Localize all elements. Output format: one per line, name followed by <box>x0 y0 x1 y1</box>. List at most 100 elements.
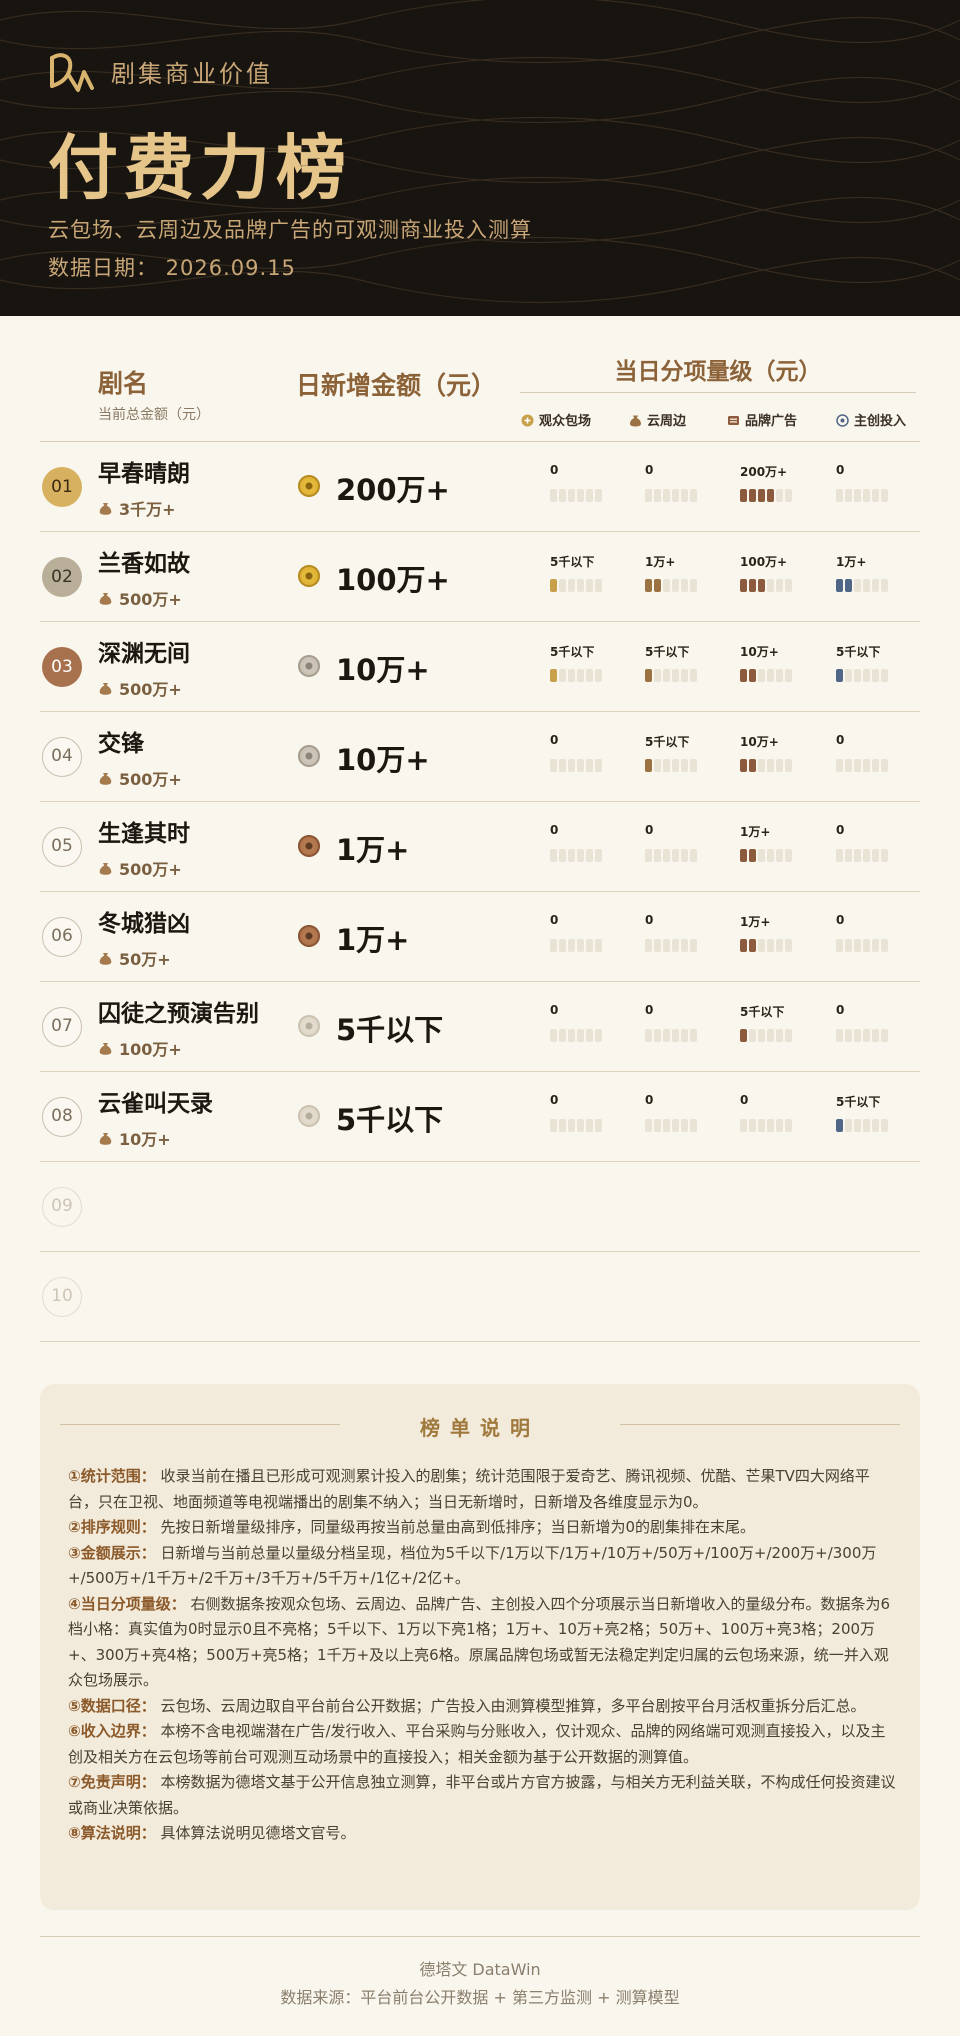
level-segment <box>577 579 584 592</box>
legend-brand-ads-label: 品牌广告 <box>745 414 798 429</box>
breakdown-brand-ads: 100万+ <box>740 553 792 592</box>
level-segment <box>740 1029 747 1042</box>
total-amount-value: 50万+ <box>119 950 171 969</box>
level-segment <box>785 1119 792 1132</box>
level-segment <box>690 939 697 952</box>
rank-badge: 07 <box>42 1007 82 1047</box>
drama-title[interactable]: 兰香如故 <box>98 544 190 578</box>
footer-source: 数据来源：平台前台公开数据 + 第三方监测 + 测算模型 <box>280 1988 680 2007</box>
table-row[interactable]: 02 兰香如故 500万+ 100万+ 5千以下 1万+ 100万+ 1万+ <box>40 532 920 622</box>
level-bar <box>550 939 602 952</box>
level-bar <box>740 1119 792 1132</box>
level-segment <box>568 849 575 862</box>
level-segment <box>645 939 652 952</box>
note-text: 云包场、云周边取自平台前台公开数据；广告投入由测算模型推算，多平台剧按平台月活权… <box>155 1696 866 1715</box>
level-segment <box>559 939 566 952</box>
table-row[interactable]: 01 早春晴朗 3千万+ 200万+ 0 0 200万+ 0 <box>40 442 920 532</box>
level-segment <box>690 1119 697 1132</box>
level-segment <box>654 1119 661 1132</box>
level-segment <box>559 669 566 682</box>
table-row[interactable]: 06 冬城猎凶 50万+ 1万+ 0 0 1万+ 0 <box>40 892 920 982</box>
level-bar <box>836 489 888 502</box>
table-row[interactable]: 10 <box>40 1252 920 1342</box>
drama-title[interactable]: 囚徒之预演告别 <box>98 994 259 1028</box>
breakdown-merch: 5千以下 <box>645 733 697 772</box>
table-row[interactable]: 03 深渊无间 500万+ 10万+ 5千以下 5千以下 10万+ 5千以下 <box>40 622 920 712</box>
breakdown-level-label: 0 <box>836 823 845 837</box>
drama-title[interactable]: 早春晴朗 <box>98 454 190 488</box>
level-segment <box>836 849 843 862</box>
money-bag-icon <box>99 593 112 605</box>
level-bar <box>550 579 602 592</box>
level-segment <box>776 579 783 592</box>
level-segment <box>776 759 783 772</box>
level-segment <box>740 939 747 952</box>
level-bar <box>645 669 697 682</box>
level-bar <box>550 1119 602 1132</box>
level-segment <box>663 759 670 772</box>
level-segment <box>863 489 870 502</box>
column-header-name: 剧名 <box>98 369 149 398</box>
drama-title[interactable]: 生逢其时 <box>98 814 190 848</box>
note-label: ⑦免责声明： <box>68 1773 156 1791</box>
total-amount: 3千万+ <box>98 496 176 520</box>
level-bar <box>645 579 697 592</box>
level-segment <box>767 489 774 502</box>
drama-title[interactable]: 深渊无间 <box>98 634 190 668</box>
table-row[interactable]: 09 <box>40 1162 920 1252</box>
table-row[interactable]: 05 生逢其时 500万+ 1万+ 0 0 1万+ 0 <box>40 802 920 892</box>
level-segment <box>577 849 584 862</box>
level-segment <box>654 939 661 952</box>
legend-merch-label: 云周边 <box>647 414 687 429</box>
level-segment <box>690 759 697 772</box>
level-segment <box>690 1029 697 1042</box>
level-segment <box>776 849 783 862</box>
drama-title[interactable]: 交锋 <box>98 724 144 758</box>
level-segment <box>550 489 557 502</box>
level-segment <box>863 579 870 592</box>
breakdown-level-label: 0 <box>550 733 559 747</box>
level-segment <box>681 759 688 772</box>
level-segment <box>785 759 792 772</box>
level-segment <box>785 489 792 502</box>
breakdown-level-label: 0 <box>550 463 559 477</box>
drama-title[interactable]: 冬城猎凶 <box>98 904 190 938</box>
breakdown-level-label: 0 <box>550 1093 559 1107</box>
breakdown-audience: 0 <box>550 463 602 502</box>
level-segment <box>586 669 593 682</box>
breakdown-level-label: 1万+ <box>645 555 676 569</box>
level-segment <box>749 849 756 862</box>
level-segment <box>836 939 843 952</box>
rank-badge: 06 <box>42 917 82 957</box>
total-amount-value: 500万+ <box>119 860 182 879</box>
level-segment <box>776 1119 783 1132</box>
level-segment <box>845 759 852 772</box>
level-segment <box>749 939 756 952</box>
level-segment <box>586 579 593 592</box>
level-segment <box>749 759 756 772</box>
level-segment <box>645 579 652 592</box>
drama-title[interactable]: 云雀叫天录 <box>98 1084 213 1118</box>
level-segment <box>663 939 670 952</box>
level-segment <box>663 1119 670 1132</box>
level-bar <box>550 759 602 772</box>
coin-icon <box>298 1105 320 1127</box>
legend-audience-label: 观众包场 <box>539 414 592 429</box>
level-segment <box>672 1119 679 1132</box>
level-segment <box>568 939 575 952</box>
level-segment <box>758 669 765 682</box>
level-segment <box>645 1119 652 1132</box>
table-row[interactable]: 07 囚徒之预演告别 100万+ 5千以下 0 0 5千以下 0 <box>40 982 920 1072</box>
total-amount: 500万+ <box>98 586 182 610</box>
level-segment <box>672 489 679 502</box>
table-row[interactable]: 08 云雀叫天录 10万+ 5千以下 0 0 0 5千以下 <box>40 1072 920 1162</box>
breakdown-creator: 5千以下 <box>836 643 888 682</box>
note-item: ⑥收入边界： 本榜不含电视端潜在广告/发行收入、平台采购与分账收入，仅计观众、品… <box>68 1719 898 1770</box>
level-segment <box>845 1029 852 1042</box>
table-row[interactable]: 04 交锋 500万+ 10万+ 0 5千以下 10万+ 0 <box>40 712 920 802</box>
breakdown-level-label: 0 <box>836 463 845 477</box>
level-segment <box>681 579 688 592</box>
level-bar <box>645 1119 697 1132</box>
level-segment <box>767 939 774 952</box>
level-segment <box>654 669 661 682</box>
